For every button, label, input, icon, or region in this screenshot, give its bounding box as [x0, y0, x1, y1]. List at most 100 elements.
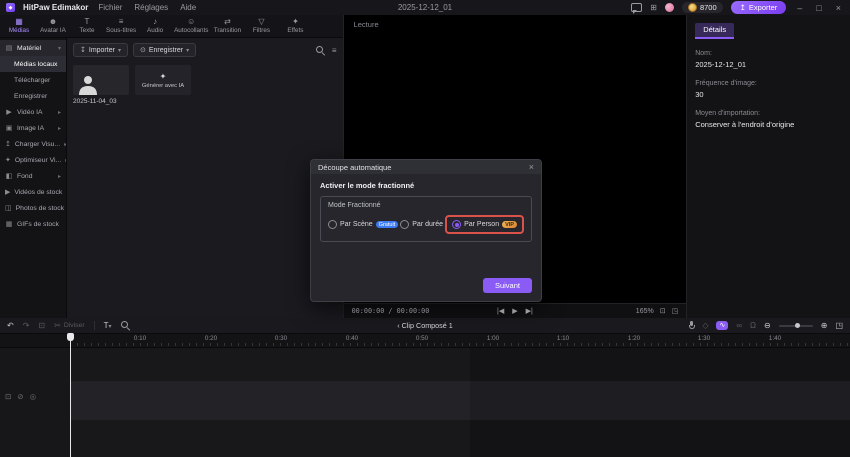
sidebar-item-charger-visuel[interactable]: ↥ Charger Visu... ▸: [0, 136, 66, 152]
menu-reglages[interactable]: Réglages: [132, 3, 170, 12]
aspect-ratio-icon[interactable]: ⊡: [660, 307, 666, 315]
magnet-snap-icon[interactable]: Ω: [750, 321, 756, 330]
close-button[interactable]: ×: [833, 3, 844, 13]
tab-filtres[interactable]: ▽ Filtres: [244, 17, 278, 35]
stock-gif-icon: ▦: [5, 221, 13, 228]
ruler-label: 1:00: [486, 335, 500, 342]
chevron-right-icon: ▸: [57, 173, 61, 180]
tab-audio[interactable]: ♪ Audio: [138, 17, 172, 35]
zoom-in-icon[interactable]: ⊕: [821, 321, 828, 330]
tab-medias[interactable]: ▦ Médias: [2, 17, 36, 35]
timeline-ruler[interactable]: 0 0:10 0:20 0:30 0:40 0:50 1:00 1:10 1:2…: [0, 334, 850, 348]
sidebar-item-video-ia[interactable]: ▶ Vidéo IA ▸: [0, 104, 66, 120]
sidebar-item-materiel[interactable]: ▤ Matériel ▾: [0, 40, 66, 56]
zoom-out-icon[interactable]: ⊖: [764, 321, 771, 330]
track-cc-icon[interactable]: ◎: [30, 392, 37, 401]
tab-texte[interactable]: T Texte: [70, 17, 104, 35]
voiceover-mic-icon[interactable]: [689, 321, 696, 330]
next-button[interactable]: Suivant: [482, 278, 532, 293]
sidebar-item-telecharger[interactable]: Télécharger: [0, 72, 66, 88]
redo-icon[interactable]: ↷: [23, 321, 30, 330]
split-label: Diviser: [63, 322, 85, 329]
audio-waveform-toggle[interactable]: ∿: [716, 321, 729, 330]
optimiseur-label: Optimiseur Vi...: [14, 156, 62, 164]
import-button[interactable]: ↧ Importer ▾: [73, 43, 128, 57]
messages-icon[interactable]: [631, 3, 643, 14]
timeline-zoom-slider[interactable]: [778, 322, 813, 328]
tab-medias-label: Médias: [8, 27, 30, 34]
option-par-duree[interactable]: Par durée: [400, 220, 443, 229]
tab-transition[interactable]: ⇄ Transition: [210, 17, 244, 35]
track-mute-icon[interactable]: ⊘: [17, 392, 23, 401]
dialog-title: Découpe automatique: [318, 162, 392, 172]
stock-video-icon: ▶: [5, 189, 11, 196]
menu-aide[interactable]: Aide: [178, 3, 198, 12]
sidebar-item-videos-stock[interactable]: ▶ Vidéos de stock: [0, 184, 66, 200]
sidebar-item-medias-locaux[interactable]: Médias locaux: [0, 56, 66, 72]
search-icon[interactable]: [315, 45, 325, 55]
timeline-search-icon[interactable]: [120, 321, 130, 330]
export-button[interactable]: ↥ Exporter: [730, 1, 787, 14]
import-method-label: Moyen d'importation:: [695, 110, 760, 117]
sidebar-item-gifs-stock[interactable]: ▦ GIFs de stock: [0, 216, 66, 232]
tab-texte-label: Texte: [79, 27, 95, 34]
filters-icon: ▽: [258, 17, 265, 26]
fit-timeline-icon[interactable]: ◳: [835, 321, 843, 330]
next-frame-icon[interactable]: ▶|: [526, 307, 533, 315]
undo-icon[interactable]: ↶: [7, 321, 14, 330]
user-avatar[interactable]: [664, 3, 674, 12]
material-icon: ▤: [5, 45, 13, 52]
tab-details[interactable]: Détails: [695, 23, 735, 39]
generate-ai-card[interactable]: ✦ Générer avec IA: [135, 65, 191, 95]
titlebar-actions: ⊞ 8700 ↥ Exporter – □ ×: [631, 1, 844, 14]
sidebar-item-photos-stock[interactable]: ◫ Photos de stock: [0, 200, 66, 216]
ruler-label: 0:30: [274, 335, 288, 342]
apps-grid-icon[interactable]: ⊞: [650, 3, 657, 12]
timeline-tracks[interactable]: ⊡ ⊘ ◎: [0, 348, 850, 457]
dialog-close-icon[interactable]: ×: [529, 162, 534, 172]
credits-badge[interactable]: 8700: [681, 2, 723, 13]
split-icon[interactable]: ✂: [54, 321, 61, 330]
snapshot-icon[interactable]: ⊡: [38, 321, 45, 330]
preview-zoom-level[interactable]: 165%: [636, 308, 654, 315]
minimize-button[interactable]: –: [794, 3, 805, 13]
maximize-button[interactable]: □: [813, 3, 824, 13]
free-badge: Gratuit: [375, 221, 399, 228]
tab-effets[interactable]: ✦ Effets: [278, 17, 312, 35]
menu-fichier[interactable]: Fichier: [96, 3, 124, 12]
chevron-right-icon: ▸: [65, 157, 66, 164]
ruler-label: 0:50: [415, 335, 429, 342]
fond-label: Fond: [17, 172, 33, 180]
timeline-toolbar: ↶ ↷ ⊡ ✂ Diviser T▾ ‹ Clip Composé 1 ◇ ∿ …: [0, 318, 850, 334]
media-clip-card[interactable]: 2025-11-04_03: [73, 65, 129, 105]
list-view-icon[interactable]: ≡: [332, 46, 337, 55]
tab-sous-titres[interactable]: ≡ Sous-titres: [104, 17, 138, 35]
playhead[interactable]: [70, 333, 71, 457]
track-media-icon[interactable]: ⊡: [5, 392, 11, 401]
sidebar-item-optimiseur[interactable]: ✦ Optimiseur Vi... ▸: [0, 152, 66, 168]
sidebar-item-fond[interactable]: ◧ Fond ▸: [0, 168, 66, 184]
tab-avatar-ia[interactable]: ☻ Avatar IA: [36, 17, 70, 35]
record-button[interactable]: ⊙ Enregistrer ▾: [132, 43, 197, 57]
tab-effets-label: Effets: [287, 27, 304, 34]
play-icon[interactable]: ▶: [512, 307, 517, 315]
chevron-down-icon: ▾: [57, 45, 61, 52]
sidebar-item-enregistrer[interactable]: Enregistrer: [0, 88, 66, 104]
keyframe-icon[interactable]: ◇: [702, 321, 708, 330]
video-ai-icon: ▶: [6, 109, 12, 116]
option-par-scene[interactable]: Par Scène Gratuit: [328, 220, 399, 229]
text-tool-button[interactable]: T▾: [104, 321, 112, 330]
sidebar-item-image-ia[interactable]: ▣ Image IA ▸: [0, 120, 66, 136]
playhead-handle[interactable]: [67, 333, 74, 341]
tab-autocollants[interactable]: ☺ Autocollants: [172, 17, 210, 35]
timeline-region: ↶ ↷ ⊡ ✂ Diviser T▾ ‹ Clip Composé 1 ◇ ∿ …: [0, 318, 850, 457]
link-icon[interactable]: ∞: [736, 321, 742, 330]
ruler-label: 1:10: [556, 335, 570, 342]
materiel-label: Matériel: [17, 44, 42, 52]
back-icon[interactable]: ‹: [397, 321, 399, 330]
previous-frame-icon[interactable]: |◀: [497, 307, 504, 315]
fullscreen-icon[interactable]: ◳: [672, 307, 679, 315]
option-par-person[interactable]: Par Person VIP: [452, 220, 517, 229]
image-ai-icon: ▣: [5, 125, 13, 132]
timeline-clip-region[interactable]: [70, 348, 470, 457]
